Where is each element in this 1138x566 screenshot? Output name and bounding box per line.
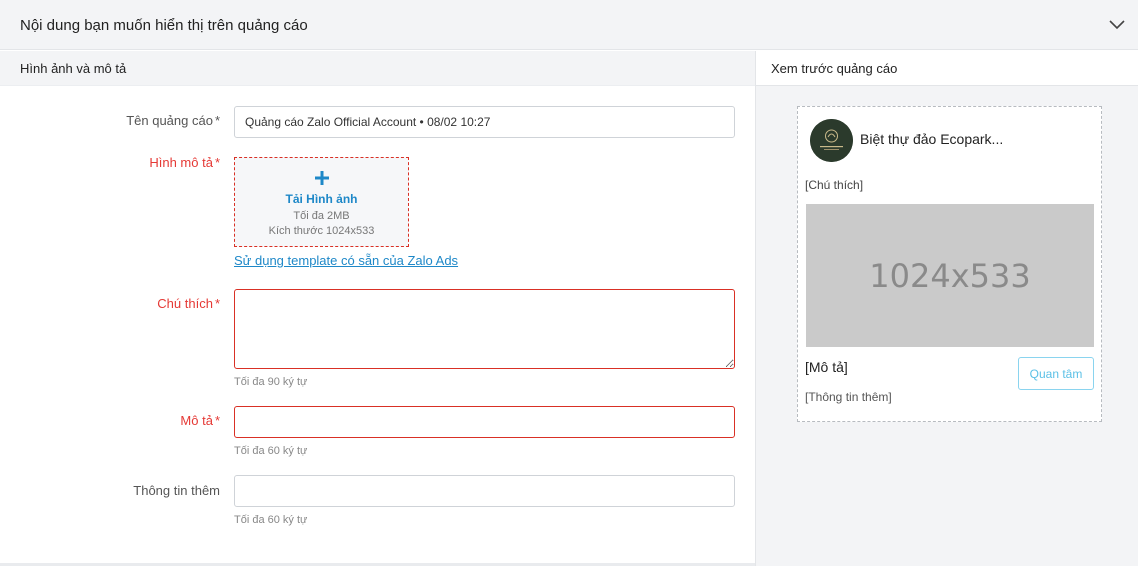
preview-image-size: 1024x533	[869, 256, 1031, 295]
preview-panel-header: Xem trước quảng cáo	[756, 51, 1138, 86]
description-hint: Tối đa 60 ký tự	[234, 445, 308, 457]
follow-button[interactable]: Quan tâm	[1018, 357, 1094, 390]
preview-more-info: [Thông tin thêm]	[805, 390, 892, 404]
preview-panel-title: Xem trước quảng cáo	[771, 61, 898, 76]
required-mark: *	[214, 296, 220, 311]
ecopark-logo-icon	[810, 119, 853, 162]
image-label: Hình mô tả *	[0, 155, 220, 170]
plus-icon	[315, 171, 329, 185]
image-label-text: Hình mô tả	[149, 155, 213, 170]
more-info-hint: Tối đa 60 ký tự	[234, 514, 308, 526]
form-panel-title: Hình ảnh và mô tả	[20, 61, 127, 76]
caption-label: Chú thích *	[0, 296, 220, 311]
ad-name-label-text: Tên quảng cáo	[126, 113, 213, 128]
template-link[interactable]: Sử dụng template có sẵn của Zalo Ads	[234, 253, 458, 268]
required-mark: *	[214, 155, 220, 170]
caption-hint: Tối đa 90 ký tự	[234, 376, 308, 388]
preview-image-placeholder: 1024x533	[806, 204, 1094, 347]
required-mark: *	[214, 413, 220, 428]
caption-label-text: Chú thích	[157, 296, 213, 311]
required-mark: *	[214, 113, 220, 128]
preview-description: [Mô tả]	[805, 359, 848, 375]
preview-caption: [Chú thích]	[805, 178, 864, 192]
upload-title: Tải Hình ảnh	[285, 192, 358, 206]
preview-panel: Xem trước quảng cáo Biệt thự đảo Ecopark…	[755, 51, 1138, 566]
description-label-text: Mô tả	[180, 413, 213, 428]
preview-account-name: Biệt thự đảo Ecopark...	[860, 131, 1004, 147]
more-info-label: Thông tin thêm	[0, 483, 220, 498]
more-info-input[interactable]	[234, 475, 735, 507]
more-info-label-text: Thông tin thêm	[133, 483, 220, 498]
ad-name-label: Tên quảng cáo *	[0, 113, 220, 128]
image-upload-box[interactable]: Tải Hình ảnh Tối đa 2MB Kích thước 1024x…	[234, 157, 409, 247]
description-input[interactable]	[234, 406, 735, 438]
section-title: Nội dung bạn muốn hiển thị trên quảng cá…	[20, 17, 308, 34]
caption-textarea[interactable]	[234, 289, 735, 369]
upload-max-size: Tối đa 2MB	[293, 210, 350, 222]
section-header[interactable]: Nội dung bạn muốn hiển thị trên quảng cá…	[0, 0, 1138, 50]
description-label: Mô tả *	[0, 413, 220, 428]
upload-dimensions: Kích thước 1024x533	[268, 225, 375, 237]
ad-name-input[interactable]	[234, 106, 735, 138]
form-panel-header: Hình ảnh và mô tả	[0, 51, 755, 86]
ad-preview-card: Biệt thự đảo Ecopark... [Chú thích] 1024…	[797, 106, 1102, 422]
chevron-down-icon[interactable]	[1108, 17, 1126, 31]
